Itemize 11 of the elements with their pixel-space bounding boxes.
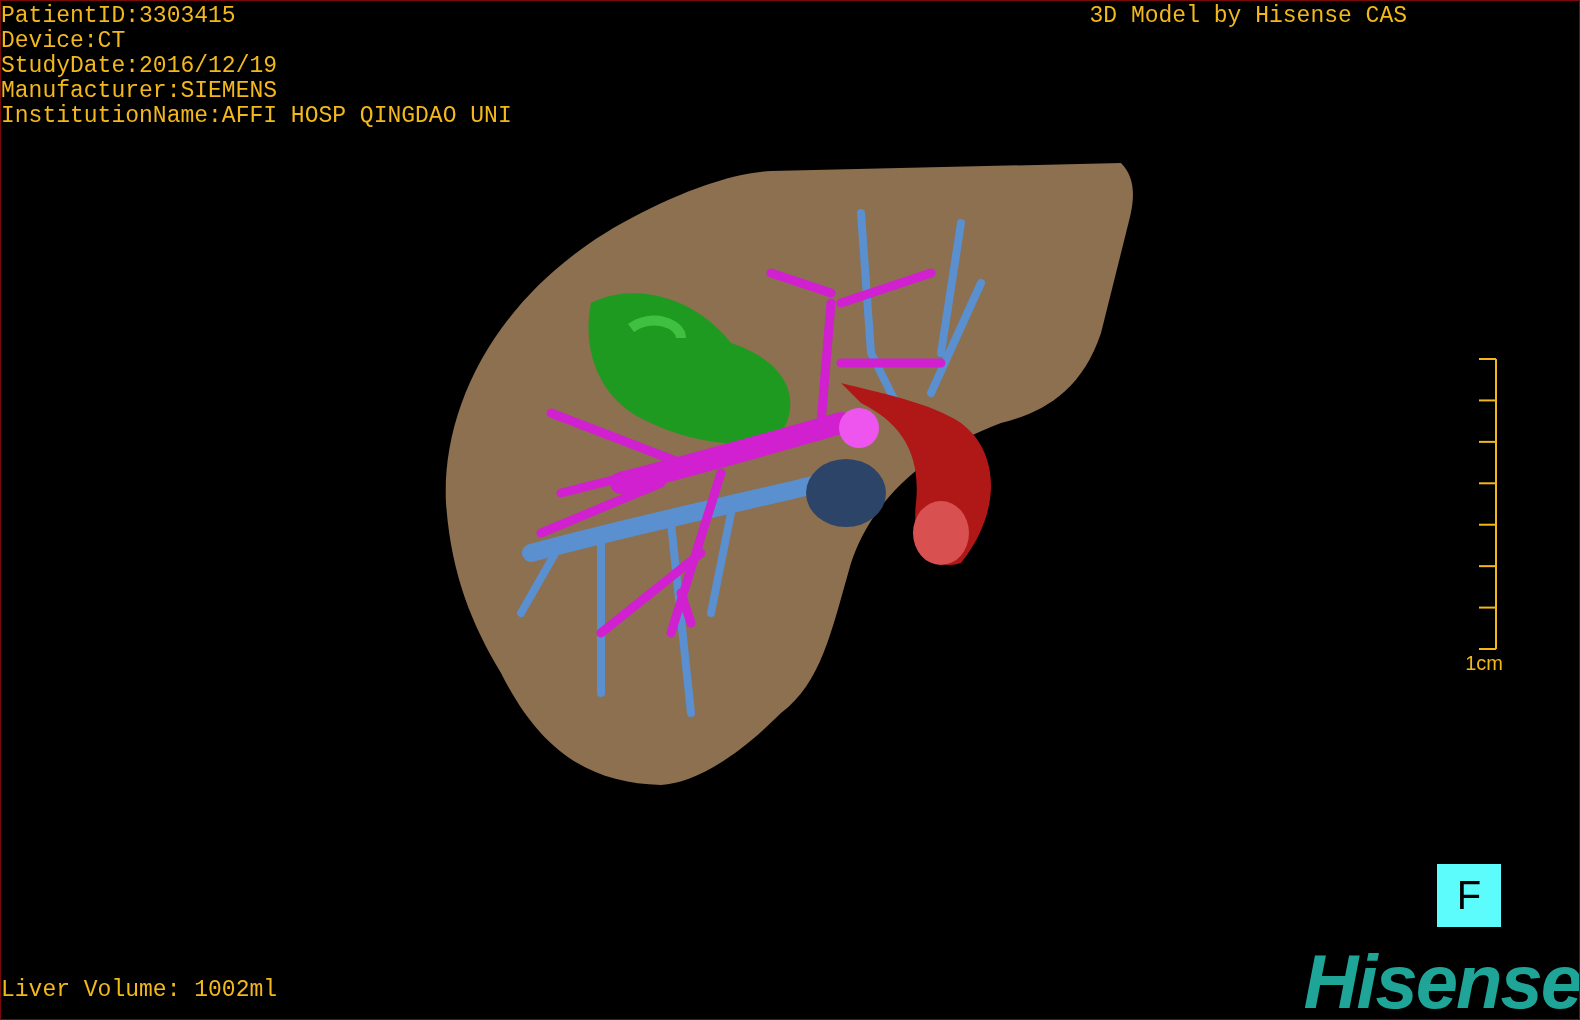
patient-info-text: PatientID:3303415	[1, 4, 237, 29]
patient-info-text: InstitutionName:AFFI HOSP QINGDAO UNI	[1, 104, 512, 129]
viewer-title: 3D Model by Hisense CAS	[1089, 4, 1407, 29]
scale-label: 1cm	[1465, 652, 1503, 675]
patient-info-text: StudyDate:2016/12/19	[1, 54, 279, 79]
viewport[interactable]: PatientID:3303415 Device:CT StudyDate:2016/12/19 Manufacturer:SIEMENS InstitutionName:AFFI HOSP QINGDAO UNI 3D Model by Hisense CAS 1cm Liver Volume: 1002ml F Hisense	[0, 0, 1580, 1020]
brand-logo: Hisense	[1303, 947, 1579, 1017]
patient-info-text: Manufacturer:SIEMENS	[1, 79, 279, 104]
liver-volume-text: Liver Volume: 1002ml	[1, 978, 278, 1003]
patient-info-text: Device:CT	[1, 29, 127, 54]
view-orientation-button[interactable]: F	[1437, 864, 1501, 927]
